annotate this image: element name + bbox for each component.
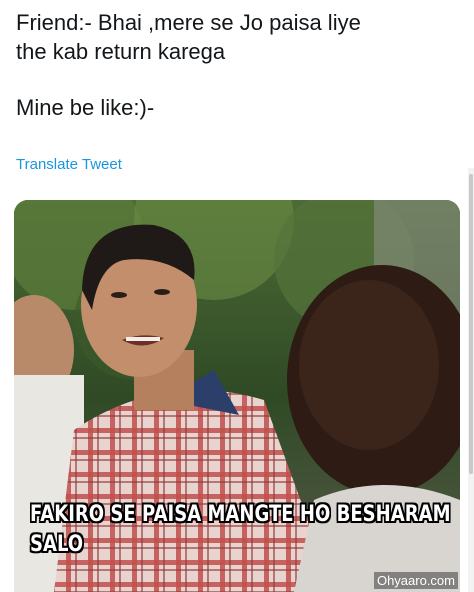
tweet-media-image[interactable]: FAKIRO SE PAISA MANGTE HO BESHARAM SALO …	[14, 200, 460, 592]
watermark-text: Ohyaaro.com	[373, 572, 458, 589]
tweet-text-line-3: Mine be like:)-	[16, 95, 155, 120]
tweet-text-line-1: Friend:- Bhai ,mere se Jo paisa liye	[16, 10, 361, 35]
meme-caption-line-1: FAKIRO SE PAISA MANGTE HO BESHARAM	[30, 502, 451, 527]
tweet-text-line-2: the kab return karega	[16, 39, 226, 64]
meme-caption: FAKIRO SE PAISA MANGTE HO BESHARAM SALO	[30, 500, 451, 560]
translate-tweet-link[interactable]: Translate Tweet	[16, 156, 122, 173]
tweet-text: Friend:- Bhai ,mere se Jo paisa liye the…	[16, 8, 456, 122]
scrollbar-thumb[interactable]	[469, 174, 473, 474]
meme-caption-line-2: SALO	[30, 532, 84, 557]
